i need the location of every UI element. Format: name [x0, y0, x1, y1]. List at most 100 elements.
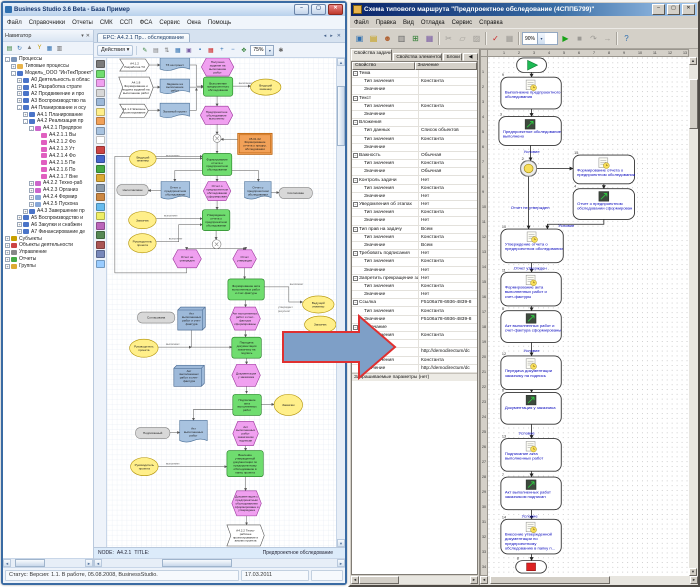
property-row[interactable]: Значение [352, 111, 477, 119]
menu-item-Файл[interactable]: Файл [354, 20, 369, 26]
spellcheck-icon[interactable]: ✓ [489, 32, 502, 45]
menu-item-Вид[interactable]: Вид [403, 20, 414, 26]
tree-item[interactable]: -А4.2.1 Предпрое [3, 125, 93, 132]
refresh-icon[interactable]: ↻ [15, 44, 24, 53]
expand-icon[interactable]: + [29, 195, 34, 200]
tree-item[interactable]: А4.2.1.3 Ут [3, 146, 93, 153]
property-row[interactable]: Тип значенияКонстанта [352, 103, 477, 111]
expand-icon[interactable]: + [29, 202, 34, 207]
epc-ev-shape[interactable]: Отчет опредпроектномобследованиисформиро… [203, 182, 231, 201]
flow-task-block[interactable]: Подписание актавыполненных работ13 [501, 435, 561, 472]
tree-item[interactable]: А4.2.1.2 Фо [3, 139, 93, 146]
panel-hscrollbar[interactable]: ◄► [351, 576, 478, 584]
expand-icon[interactable]: + [17, 78, 22, 83]
epc-doc-shape[interactable]: Отчет опредпроектномобследовании [245, 182, 272, 200]
tree-item[interactable]: +Субъекты [3, 235, 93, 242]
epc-fn-shape[interactable]: Передачадокументациизаказчику наподпись [232, 337, 261, 358]
flow-task-block[interactable]: Передача документациизаказчику на подпис… [501, 352, 561, 390]
menu-item-ФСА[interactable]: ФСА [140, 20, 153, 26]
collapse-icon[interactable]: − [353, 153, 358, 158]
property-row[interactable]: −Контроль задачиНет [352, 176, 477, 184]
property-row[interactable]: ЗначениеНет [352, 193, 477, 201]
help-icon[interactable]: ? [620, 32, 633, 45]
epc-proc-shape[interactable]: А4.2.2 Техно-рабочеепроектирование ианал… [227, 525, 264, 546]
property-row[interactable]: Тип значенияКонстанта [352, 283, 477, 291]
tree-item[interactable]: +А4.2.5 Пускона [3, 201, 93, 208]
epc-proc-shape[interactable]: А4.1.3 Эскизноепроектирование [120, 104, 149, 117]
tree-item[interactable]: -А4 Планирование и осу [3, 104, 93, 111]
property-row[interactable]: ЗначениеНет [352, 217, 477, 225]
tree-icon[interactable]: ▦ [173, 46, 182, 55]
stop-icon[interactable]: ■ [573, 32, 586, 45]
step-in-icon[interactable]: → [601, 32, 614, 45]
tab-control[interactable]: ▸ [328, 33, 335, 39]
menu-item-ССП[interactable]: ССП [120, 20, 133, 26]
tree-item[interactable]: +А2 Продвижение и про [3, 90, 93, 97]
tree-item[interactable]: +Объекты деятельности [3, 242, 93, 249]
expand-icon[interactable]: + [11, 64, 16, 69]
epc-role-shape[interactable]: Руководительпроекта [130, 339, 159, 357]
route-flowchart-canvas[interactable]: 1Выполнение предпроектногообследования9П… [488, 57, 689, 576]
epc-role-shape[interactable]: Руководительпроекта [131, 458, 159, 476]
layout-icon[interactable]: ▤ [151, 46, 160, 55]
flow-task-block[interactable]: Формирование актавыполненных работ исчет… [501, 268, 561, 306]
r-maximize-button[interactable]: ▢ [667, 4, 680, 15]
property-row[interactable]: −Тип прав на задачуВсем [352, 226, 477, 234]
epc-proc-shape[interactable]: А4.1.8Формирование ивыдача заданий навып… [119, 77, 153, 98]
palette-shape-icon[interactable] [96, 193, 105, 201]
flow-start-block[interactable]: 1 [517, 57, 547, 72]
menu-item-Помощь[interactable]: Помощь [208, 20, 231, 26]
property-row[interactable]: −Требовать подписанияНет [352, 250, 477, 258]
flow-state-block[interactable]: Акт выполненных работзаказчиком подписан… [501, 473, 561, 510]
flow-vscrollbar[interactable]: ▲▼ [689, 57, 698, 576]
epc-role-shape[interactable]: Ведущийинженер [303, 296, 334, 313]
table-icon[interactable]: ▦ [503, 32, 516, 45]
palette-shape-icon[interactable] [96, 89, 105, 97]
image-icon[interactable]: ▣ [184, 46, 193, 55]
property-row[interactable]: ЗначениеНет [352, 267, 477, 275]
expand-icon[interactable]: + [5, 257, 10, 262]
close-panel-icon[interactable]: ✕ [85, 33, 91, 39]
tree-item[interactable]: -Процессы [3, 56, 93, 63]
epc-note-shape[interactable]: Несогласован [117, 185, 148, 196]
epc-fn-shape[interactable]: Внесениеутвержденнойдокументации попредп… [227, 451, 263, 477]
tree-item[interactable]: +А4.1 Планирование [3, 111, 93, 118]
tree-item[interactable]: +А6 Закупки и снабжен [3, 221, 93, 228]
tree-item[interactable]: +А0 Деятельность в облас [3, 77, 93, 84]
flow-zoom-combo[interactable]: 90%▾ [522, 32, 558, 45]
property-row[interactable]: Тип значенияКонстанта [352, 78, 477, 86]
right-title-bar[interactable]: Схема типового маршрута "Предпроектное о… [351, 3, 697, 16]
minimize-button[interactable]: – [294, 4, 309, 15]
filter-icon[interactable]: Y [35, 44, 44, 53]
users-icon[interactable]: ☻ [381, 32, 394, 45]
tree-item[interactable]: +Отчеты [3, 256, 93, 263]
collapse-icon[interactable]: - [29, 126, 34, 131]
print-icon[interactable]: ▥ [55, 44, 64, 53]
palette-shape-icon[interactable] [96, 70, 105, 78]
paste-icon[interactable]: ▨ [470, 32, 483, 45]
epc-ev-shape[interactable]: Документация спредпроектнымобследованием… [232, 491, 261, 516]
menu-item-Файл[interactable]: Файл [7, 20, 22, 26]
grid-col-property[interactable]: Свойство [352, 62, 415, 70]
property-row[interactable]: −СсылкаF5106a78-6936-4839-8 [352, 299, 477, 307]
palette-shape-icon[interactable] [96, 203, 105, 211]
tree-item[interactable]: А4.2.1.5 Пе [3, 159, 93, 166]
epc-ev-shape[interactable]: Актвыполненныхработзаказчикомподписан [233, 421, 259, 445]
flow-state-block[interactable]: Предпроектное обследованиевыполнено3 [499, 113, 562, 146]
epc-note-shape[interactable]: Согласована [137, 312, 174, 323]
flow-task-block[interactable]: Внесение утвержденнойдокументации попред… [501, 515, 561, 554]
epc-obj-shape[interactable]: Актвыполненныхработ и счет-фактура [178, 307, 206, 330]
collapse-icon[interactable]: − [353, 251, 358, 256]
property-row[interactable]: Значение [352, 86, 477, 94]
palette-shape-icon[interactable] [96, 222, 105, 230]
flow-task-block[interactable]: Формирование отчета опредпроектном обсле… [573, 151, 635, 184]
palette-shape-icon[interactable] [96, 184, 105, 192]
expand-icon[interactable]: + [17, 91, 22, 96]
property-row[interactable]: ЗначениеОбычная [352, 168, 477, 176]
property-row[interactable]: ЗначениеВсем [352, 242, 477, 250]
expand-icon[interactable]: + [5, 250, 10, 255]
palette-shape-icon[interactable] [96, 127, 105, 135]
palette-shape-icon[interactable] [96, 212, 105, 220]
menu-item-Справка[interactable]: Справка [479, 20, 503, 26]
property-row[interactable]: Тип значенияКонстанта [352, 209, 477, 217]
